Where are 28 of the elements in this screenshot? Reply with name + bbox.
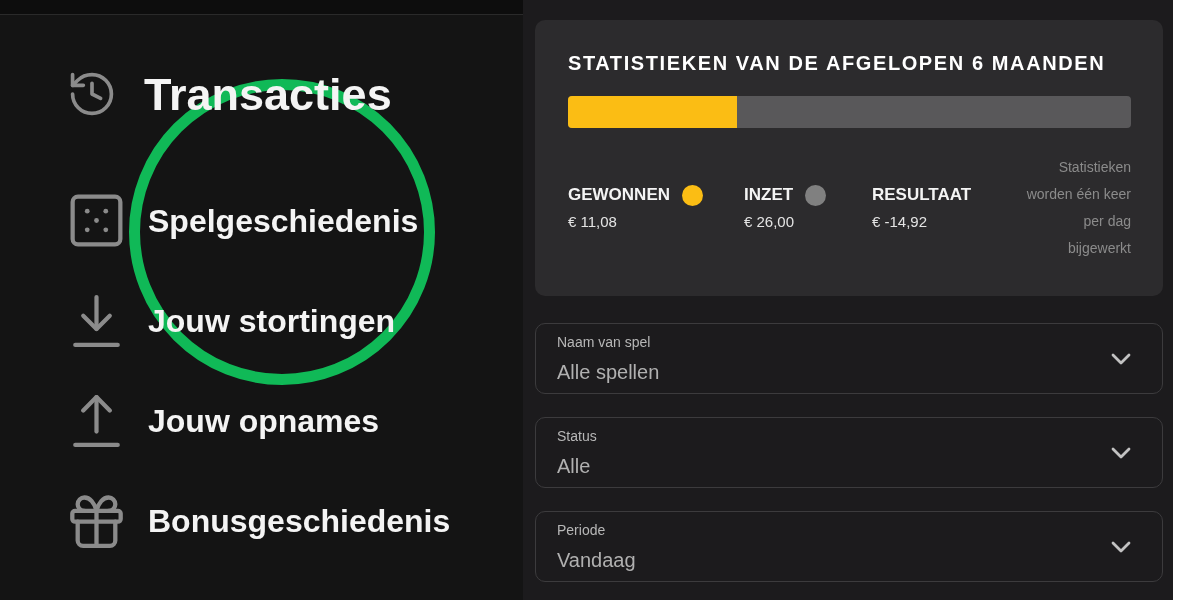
sidebar-link[interactable]: Jouw opnames <box>70 394 380 447</box>
legend-value: € -14,92 <box>872 212 929 232</box>
select-field[interactable]: Status Alle <box>535 417 1163 488</box>
select-value: Alle spellen <box>557 359 660 385</box>
select-label: Naam van spel <box>557 332 652 351</box>
download-icon <box>70 294 123 347</box>
stats-title: STATISTIEKEN VAN DE AFGELOPEN 6 MAANDEN <box>568 53 1107 73</box>
sidebar-link[interactable]: Spelgeschiedenis <box>70 194 419 247</box>
sidebar-link[interactable]: Bonusgeschiedenis <box>70 494 451 547</box>
select-label: Status <box>557 426 597 445</box>
select-field[interactable]: Periode Vandaag <box>535 511 1163 582</box>
legend-label: GEWONNEN <box>568 184 670 206</box>
legend-label: RESULTAAT <box>872 184 972 206</box>
chevron-down-icon <box>1111 540 1131 553</box>
history-icon <box>70 72 114 116</box>
dice-icon <box>70 194 123 247</box>
legend-value: € 26,00 <box>744 212 796 232</box>
chevron-down-icon <box>1111 446 1131 459</box>
chevron-down-icon <box>1111 352 1131 365</box>
select-value: Alle <box>557 453 592 479</box>
select-label: Periode <box>557 520 607 539</box>
legend-value: € 11,08 <box>568 212 618 232</box>
legend-label: INZET <box>744 184 794 206</box>
upload-icon <box>70 394 123 447</box>
stats-note: Statistieken worden één keer per dag bijgewerkt <box>1025 158 1131 258</box>
select-value: Vandaag <box>557 547 636 573</box>
gift-icon <box>70 493 123 548</box>
select-field[interactable]: Naam van spel Alle spellen <box>535 323 1163 394</box>
